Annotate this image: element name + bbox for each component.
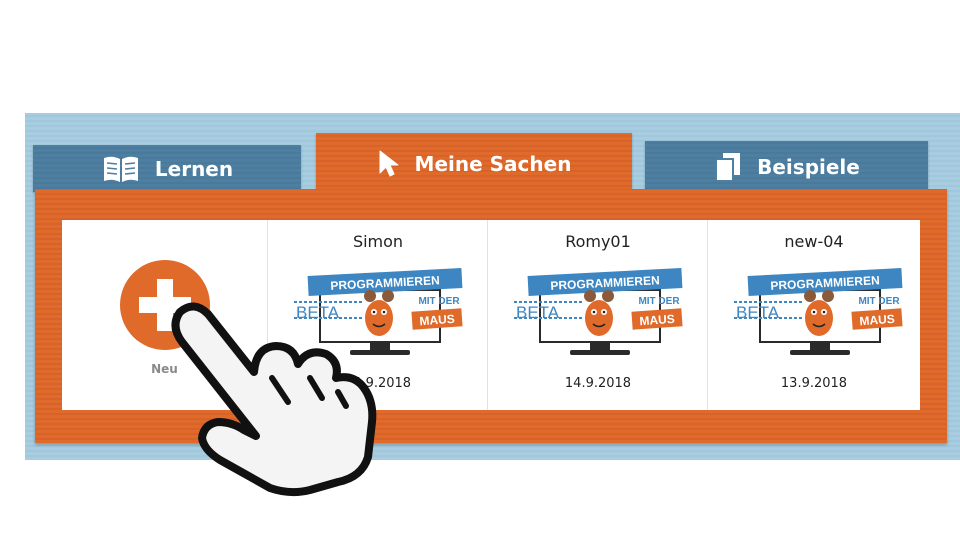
logo-text-3: MAUS: [859, 312, 895, 328]
cursor-icon: [377, 149, 401, 179]
copy-icon: [713, 151, 743, 183]
pointing-hand-icon: [171, 302, 377, 497]
logo-text-2: MIT DER: [418, 296, 460, 307]
tab-label: Lernen: [154, 156, 234, 181]
logo-text-3: MAUS: [419, 312, 455, 328]
tab-label: Beispiele: [757, 154, 860, 179]
project-thumbnail: PROGRAMMIEREN MIT DER MAUS BETA: [734, 268, 903, 355]
tab-beispiele[interactable]: Beispiele: [645, 141, 928, 192]
project-name: new-04: [784, 232, 844, 251]
project-name: Simon: [352, 232, 404, 251]
beta-badge: BETA: [516, 303, 560, 322]
logo-text-2: MIT DER: [858, 296, 900, 307]
logo-text-2: MIT DER: [638, 296, 680, 307]
project-thumbnail: PROGRAMMIEREN MIT DER MAUS BETA: [514, 268, 683, 355]
project-card-romy01[interactable]: Romy01 PROGRAMMIEREN MIT DER MAUS BETA 1…: [487, 220, 708, 410]
project-date: 13.9.2018: [780, 376, 848, 391]
beta-badge: BETA: [736, 303, 780, 322]
tab-lernen[interactable]: Lernen: [33, 145, 301, 192]
logo-text-3: MAUS: [639, 312, 675, 328]
tab-label: Meine Sachen: [414, 152, 572, 176]
project-date: 14.9.2018: [564, 376, 632, 391]
project-name: Romy01: [565, 232, 631, 251]
book-icon: [101, 154, 141, 184]
project-card-new-04[interactable]: new-04 PROGRAMMIEREN MIT DER MAUS BETA 1…: [707, 220, 920, 410]
tab-meine-sachen[interactable]: Meine Sachen: [316, 133, 632, 195]
